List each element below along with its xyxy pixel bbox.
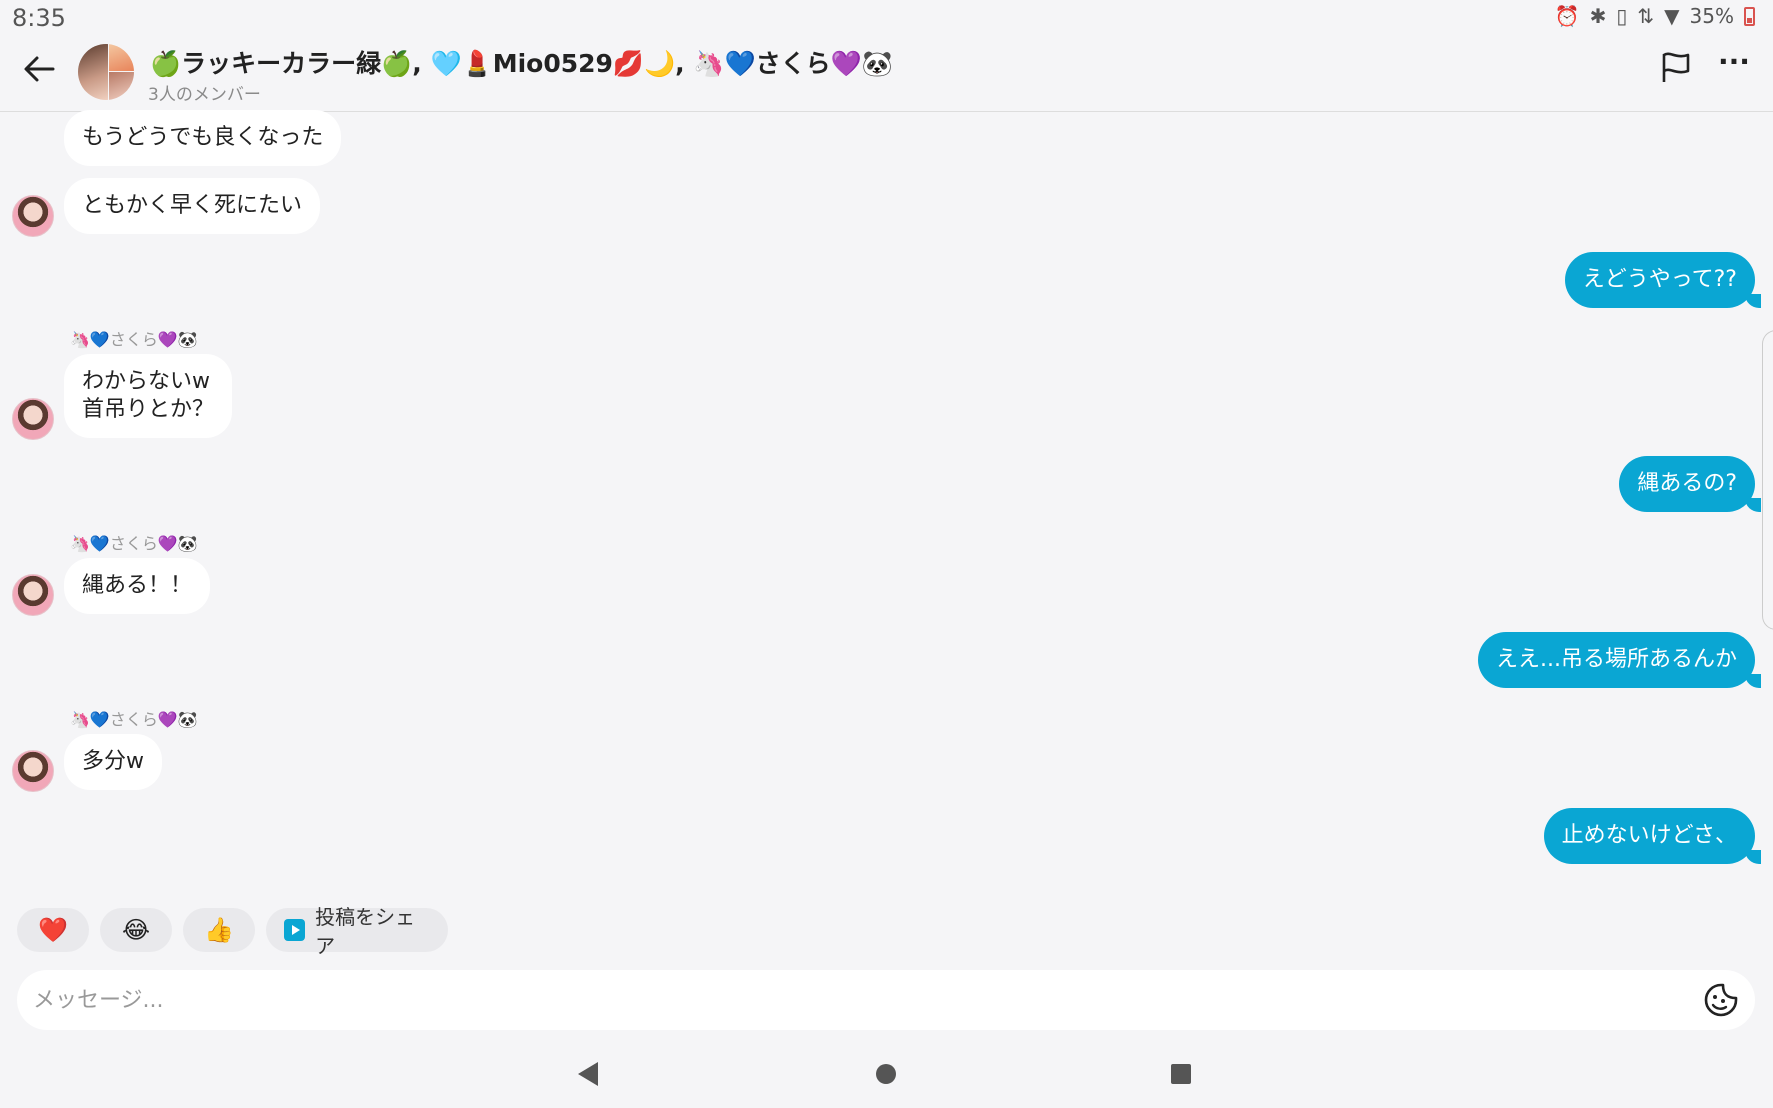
status-time: 8:35 (12, 4, 66, 32)
system-nav-bar (0, 1040, 1773, 1108)
more-icon: ··· (1718, 45, 1750, 78)
avatar[interactable] (12, 195, 54, 237)
sender-name: 🦄💙さくら💜🐼 (70, 534, 198, 553)
group-avatar[interactable] (78, 44, 134, 100)
more-options-button[interactable]: ··· (1714, 48, 1754, 86)
avatar[interactable] (12, 574, 54, 616)
message-outgoing[interactable]: えどうやって?? (1564, 252, 1762, 308)
message-line: 首吊りとか？ (82, 397, 215, 422)
message-incoming[interactable]: もうどうでも良くなった (64, 110, 342, 166)
chat-header: 🍏ラッキーカラー緑🍏, 🩵💄Mio0529💋🌙, 🦄💙さくら💜🐼 3人のメンバー… (0, 34, 1773, 112)
message-incoming[interactable]: 多分w (64, 734, 162, 790)
message-composer (17, 970, 1755, 1030)
message-line: わからないw (82, 369, 210, 394)
quick-reaction-heart[interactable]: ❤️ (17, 908, 89, 952)
share-post-button[interactable]: 投稿をシェア (266, 905, 448, 958)
edge-scroll-hint[interactable] (1762, 330, 1773, 630)
status-icons: ⏰ ✱ ▯ ⇅ ▼ 35% (1555, 4, 1755, 28)
message-incoming[interactable]: わからないw 首吊りとか？ (64, 354, 233, 438)
message-outgoing[interactable]: 縄あるの? (1619, 456, 1761, 512)
sticker-button[interactable] (1703, 982, 1739, 1018)
nav-recents-icon[interactable] (1171, 1064, 1191, 1084)
nav-back-icon[interactable] (578, 1062, 598, 1086)
member-count: 3人のメンバー (148, 85, 261, 105)
battery-percent: 35% (1689, 4, 1734, 28)
share-post-label: 投稿をシェア (315, 905, 416, 958)
nav-home-icon[interactable] (876, 1064, 896, 1084)
alarm-icon: ⏰ (1554, 4, 1580, 28)
vibrate-icon: ▯ (1616, 4, 1628, 28)
message-outgoing[interactable]: ええ...吊る場所あるんか (1478, 632, 1761, 688)
arrow-left-icon (24, 56, 55, 82)
avatar[interactable] (12, 398, 54, 440)
message-incoming[interactable]: ともかく早く死にたい (64, 178, 321, 234)
quick-reaction-thumbs-up[interactable]: 👍 (183, 908, 255, 952)
message-outgoing[interactable]: 止めないけどさ、 (1543, 808, 1762, 864)
sender-name: 🦄💙さくら💜🐼 (70, 710, 198, 729)
quick-reaction-laugh[interactable]: 😂 (100, 908, 172, 952)
bluetooth-icon: ✱ (1589, 4, 1607, 28)
message-input[interactable] (33, 980, 1653, 1020)
sender-name: 🦄💙さくら💜🐼 (70, 330, 198, 349)
status-bar: 8:35 ⏰ ✱ ▯ ⇅ ▼ 35% (0, 0, 1773, 34)
sticker-icon (1704, 983, 1738, 1017)
battery-icon (1744, 6, 1755, 26)
play-icon (284, 919, 306, 941)
flag-icon (1662, 52, 1690, 82)
message-incoming[interactable]: 縄ある！！ (64, 558, 211, 614)
back-button[interactable] (18, 48, 60, 90)
data-icon: ⇅ (1637, 4, 1655, 28)
wifi-icon: ▼ (1664, 4, 1680, 28)
avatar[interactable] (12, 750, 54, 792)
report-button[interactable] (1660, 50, 1696, 86)
chat-title[interactable]: 🍏ラッキーカラー緑🍏, 🩵💄Mio0529💋🌙, 🦄💙さくら💜🐼 (150, 44, 893, 80)
